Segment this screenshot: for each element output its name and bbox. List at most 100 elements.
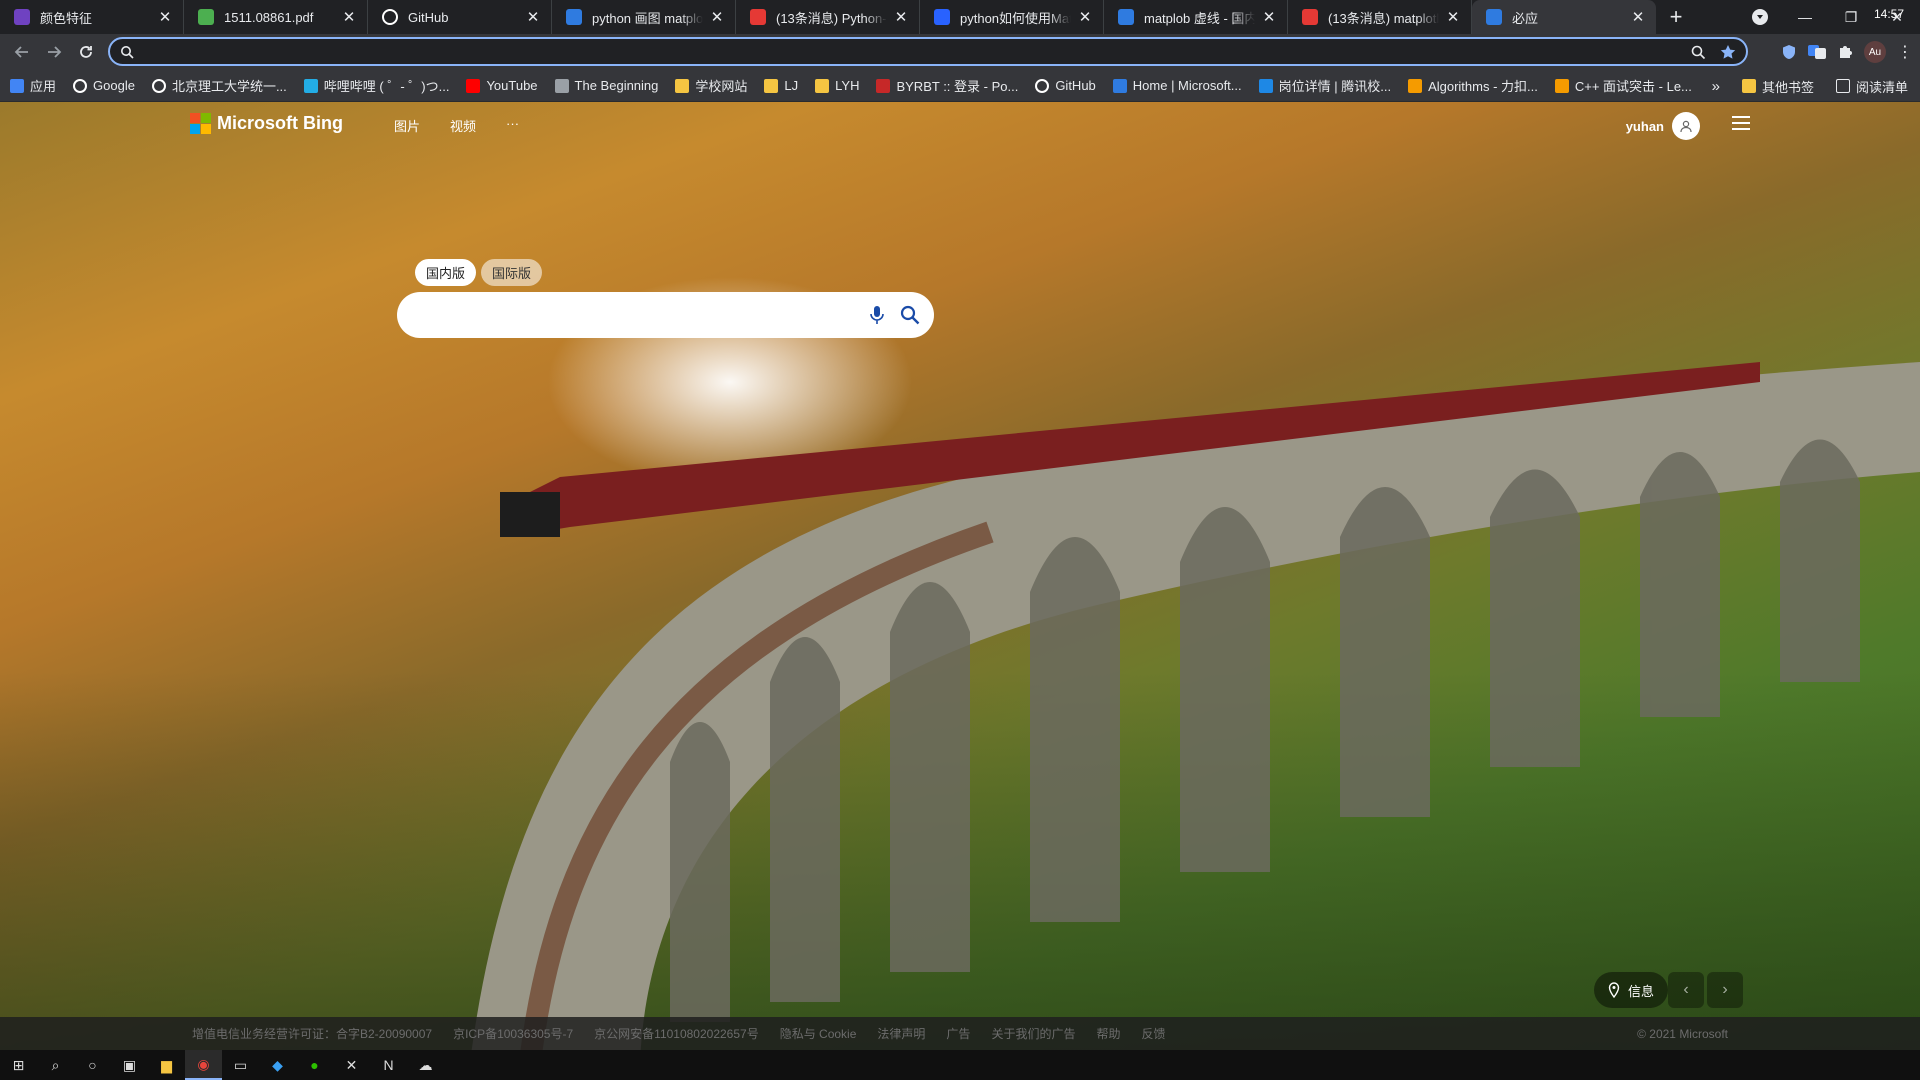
bookmarks-more-button[interactable]: » bbox=[1712, 78, 1720, 95]
previous-image-button[interactable]: ‹ bbox=[1668, 972, 1704, 1008]
nav-more[interactable]: ··· bbox=[506, 116, 519, 135]
file-explorer-icon[interactable]: ▆ bbox=[148, 1050, 185, 1080]
browser-tab[interactable]: 必应 ✕ bbox=[1472, 0, 1656, 34]
nav-videos[interactable]: 视频 bbox=[450, 116, 476, 135]
browser-tab[interactable]: 1511.08861.pdf ✕ bbox=[184, 0, 368, 34]
browser-tab[interactable]: GitHub ✕ bbox=[368, 0, 552, 34]
user-name: yuhan bbox=[1625, 118, 1664, 134]
reload-button[interactable] bbox=[70, 36, 102, 68]
footer-link[interactable]: 增值电信业务经营许可证：合字B2-20090007 bbox=[192, 1025, 432, 1042]
bookmark-item[interactable]: The Beginning bbox=[554, 78, 658, 93]
close-tab-icon[interactable]: ✕ bbox=[341, 8, 357, 26]
apps-grid-icon bbox=[10, 78, 24, 93]
footer-link[interactable]: 法律声明 bbox=[877, 1025, 925, 1042]
close-tab-icon[interactable]: ✕ bbox=[1261, 8, 1277, 26]
search-icon[interactable] bbox=[900, 305, 920, 325]
browser-tab[interactable]: python如何使用Matplotlib ✕ bbox=[920, 0, 1104, 34]
bookmark-item[interactable]: 哔哩哔哩 ( ゜- ゜)つ... bbox=[303, 76, 449, 95]
nav-images[interactable]: 图片 bbox=[394, 116, 420, 135]
bing-logo[interactable]: Microsoft Bing bbox=[190, 113, 343, 134]
new-tab-button[interactable]: + bbox=[1656, 0, 1696, 34]
windows-start-icon[interactable]: ⊞ bbox=[0, 1050, 37, 1080]
vscode-icon[interactable]: ◆ bbox=[259, 1050, 296, 1080]
close-tab-icon[interactable]: ✕ bbox=[1445, 8, 1461, 26]
taskbar-clock[interactable]: 14:57 bbox=[1874, 7, 1904, 21]
tab-title: python 画图 matplotlib bbox=[592, 10, 703, 26]
footer-link[interactable]: 广告 bbox=[946, 1025, 970, 1042]
bookmark-label: Algorithms - 力扣... bbox=[1428, 79, 1538, 94]
folder-icon bbox=[554, 78, 569, 93]
terminal-icon[interactable]: ▭ bbox=[222, 1050, 259, 1080]
bookmark-star-icon[interactable] bbox=[1720, 44, 1736, 60]
bookmark-item[interactable]: GitHub bbox=[1035, 78, 1096, 93]
close-tab-icon[interactable]: ✕ bbox=[1077, 8, 1093, 26]
bookmark-reading-list[interactable]: 阅读清单 bbox=[1835, 77, 1908, 96]
bookmark-item[interactable]: 岗位详情 | 腾讯校... bbox=[1258, 76, 1392, 95]
profile-avatar[interactable]: Au bbox=[1864, 41, 1886, 63]
shield-extension-icon[interactable] bbox=[1780, 43, 1798, 61]
footer-link[interactable]: 隐私与 Cookie bbox=[780, 1025, 857, 1042]
bookmark-item[interactable]: YouTube bbox=[466, 78, 538, 93]
csdn-icon bbox=[750, 9, 766, 25]
microphone-icon[interactable] bbox=[870, 305, 884, 325]
bookmark-label: BYRBT :: 登录 - Po... bbox=[896, 79, 1019, 94]
search-input[interactable] bbox=[411, 306, 870, 324]
close-tab-icon[interactable]: ✕ bbox=[893, 8, 909, 26]
close-tab-icon[interactable]: ✕ bbox=[525, 8, 541, 26]
browser-tab[interactable]: 颜色特征 ✕ bbox=[0, 0, 184, 34]
bookmark-item[interactable]: 学校网站 bbox=[675, 76, 747, 95]
bookmark-item[interactable]: LYH bbox=[815, 78, 859, 93]
footer-link[interactable]: 京ICP备10036305号-7 bbox=[453, 1025, 573, 1042]
chrome-icon[interactable]: ◉ bbox=[185, 1050, 222, 1080]
close-tab-icon[interactable]: ✕ bbox=[709, 8, 725, 26]
cortana-icon[interactable]: ○ bbox=[74, 1050, 111, 1080]
bookmark-item[interactable]: Google bbox=[73, 78, 135, 93]
zoom-icon[interactable] bbox=[1690, 44, 1706, 60]
minimize-button[interactable]: — bbox=[1782, 0, 1828, 34]
forward-button[interactable] bbox=[38, 36, 70, 68]
baidu-netdisk-icon[interactable]: ☁ bbox=[407, 1050, 444, 1080]
address-input[interactable] bbox=[142, 43, 1690, 60]
translate-extension-icon[interactable] bbox=[1808, 43, 1826, 61]
task-view-icon[interactable]: ▣ bbox=[111, 1050, 148, 1080]
browser-tab[interactable]: python 画图 matplotlib ✕ bbox=[552, 0, 736, 34]
bookmark-label: 岗位详情 | 腾讯校... bbox=[1278, 79, 1392, 94]
back-button[interactable] bbox=[6, 36, 38, 68]
browser-tab[interactable]: matplob 虚线 - 国内版 ✕ bbox=[1104, 0, 1288, 34]
kebab-menu-icon[interactable]: ⋮ bbox=[1896, 43, 1914, 61]
background-viaduct-image bbox=[471, 362, 1920, 1050]
bookmark-item[interactable]: C++ 面试突击 - Le... bbox=[1554, 76, 1692, 95]
tab-domestic[interactable]: 国内版 bbox=[415, 259, 477, 286]
leetcode-icon bbox=[1554, 78, 1569, 93]
next-image-button[interactable]: › bbox=[1707, 972, 1743, 1008]
xmind-icon[interactable]: ✕ bbox=[333, 1050, 370, 1080]
search-icon[interactable]: ⌕ bbox=[37, 1050, 74, 1080]
bookmark-item[interactable]: BYRBT :: 登录 - Po... bbox=[876, 76, 1018, 95]
footer-link[interactable]: 关于我们的广告 bbox=[991, 1025, 1075, 1042]
close-tab-icon[interactable]: ✕ bbox=[157, 8, 173, 26]
image-info-button[interactable]: 信息 bbox=[1594, 972, 1669, 1008]
hamburger-menu-icon[interactable] bbox=[1732, 116, 1750, 130]
bookmark-item[interactable]: 应用 bbox=[10, 76, 56, 95]
bookmark-item[interactable]: 北京理工大学统一... bbox=[151, 76, 287, 95]
bookmark-item[interactable]: LJ bbox=[764, 78, 798, 93]
footer-link[interactable]: 反馈 bbox=[1141, 1025, 1165, 1042]
bookmark-item[interactable]: Home | Microsoft... bbox=[1112, 78, 1242, 93]
footer-link[interactable]: 京公网安备11010802022657号 bbox=[594, 1025, 759, 1042]
notion-icon[interactable]: N bbox=[370, 1050, 407, 1080]
browser-tab[interactable]: (13条消息) Python--matplotlib ✕ bbox=[736, 0, 920, 34]
tab-strip: 颜色特征 ✕ 1511.08861.pdf ✕ GitHub ✕ python 画图 mat… bbox=[0, 0, 1920, 34]
profile-menu-icon[interactable] bbox=[1752, 9, 1768, 25]
bookmark-other[interactable]: 其他书签 bbox=[1741, 77, 1814, 96]
footer-link[interactable]: 帮助 bbox=[1096, 1025, 1120, 1042]
wechat-icon[interactable]: ● bbox=[296, 1050, 333, 1080]
puzzle-extensions-icon[interactable] bbox=[1836, 43, 1854, 61]
user-account[interactable]: yuhan bbox=[1626, 112, 1700, 140]
browser-tab[interactable]: (13条消息) matplotlib ✕ bbox=[1288, 0, 1472, 34]
close-tab-icon[interactable]: ✕ bbox=[1630, 8, 1646, 26]
bookmark-item[interactable]: Algorithms - 力扣... bbox=[1408, 76, 1538, 95]
bookmark-label: YouTube bbox=[486, 78, 538, 93]
tab-international[interactable]: 国际版 bbox=[481, 259, 543, 286]
address-bar[interactable] bbox=[108, 37, 1748, 66]
restore-button[interactable]: ❐ bbox=[1828, 0, 1874, 34]
